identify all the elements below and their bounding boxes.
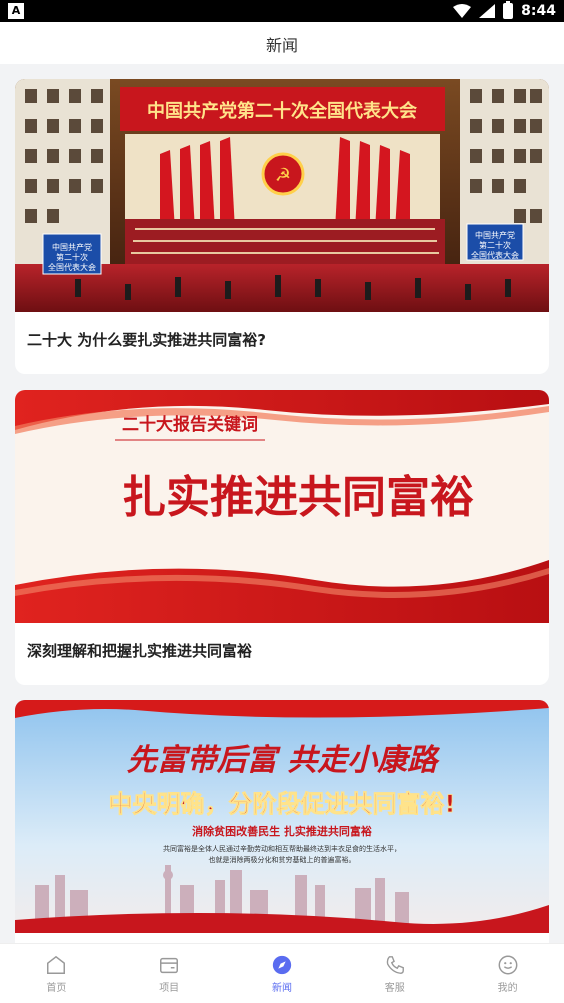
status-bar: A 8:44 [0, 0, 564, 22]
keyword-tag: 二十大报告关键词 [122, 414, 258, 435]
poster-body-line2: 也就是消除两极分化和贫穷基础上的普遍富裕。 [209, 855, 356, 864]
top-bar: 新闻 [0, 22, 564, 64]
smile-icon [498, 955, 518, 975]
svg-text:☭: ☭ [275, 165, 291, 186]
svg-text:第二十次: 第二十次 [479, 240, 511, 250]
clock: 8:44 [521, 3, 556, 19]
news-card[interactable]: 二十大报告关键词 扎实推进共同富裕 深刻理解和把握扎实推进共同富裕 [15, 390, 549, 685]
poster-headline: 扎实推进共同富裕 [122, 472, 474, 523]
signal-icon [479, 4, 496, 18]
news-image-congress-hall: 中国共产党第二十次全国代表大会 ☭ 中国共产党 第二十次 全国代表大会 中国共产… [15, 79, 549, 312]
wallet-icon [160, 957, 179, 974]
svg-text:全国代表大会: 全国代表大会 [48, 262, 96, 272]
tab-label: 首页 [46, 983, 67, 994]
svg-text:全国代表大会: 全国代表大会 [471, 250, 519, 260]
tab-home[interactable]: 首页 [0, 944, 113, 1003]
news-card[interactable]: 中国共产党第二十次全国代表大会 ☭ 中国共产党 第二十次 全国代表大会 中国共产… [15, 79, 549, 374]
tab-profile[interactable]: 我的 [451, 944, 564, 1003]
bottom-tab-bar: 首页 项目 新闻 客服 我的 [0, 943, 564, 1003]
poster-body-line1: 共同富裕是全体人民通过辛勤劳动和相互帮助最终达到丰衣足食的生活水平， [163, 844, 401, 853]
calligraphy-slogan: 先富带后富 共走小康路 [127, 743, 440, 778]
congress-banner-text: 中国共产党第二十次全国代表大会 [147, 100, 417, 122]
news-image-keyword-poster: 二十大报告关键词 扎实推进共同富裕 [15, 390, 549, 623]
poster-headline: 中央明确，分阶段促进共同富裕! [109, 790, 456, 818]
page-title: 新闻 [265, 36, 298, 55]
app-notification-icon: A [8, 3, 24, 19]
news-title: 二十大 为什么要扎实推进共同富裕? [27, 331, 266, 349]
news-title: 深刻理解和把握扎实推进共同富裕 [27, 642, 253, 660]
tab-projects[interactable]: 项目 [113, 944, 226, 1003]
compass-icon [272, 955, 292, 975]
wifi-icon [453, 4, 472, 18]
poster-subheadline: 消除贫困改善民生 扎实推进共同富裕 [192, 824, 372, 838]
tab-customer-service[interactable]: 客服 [338, 944, 451, 1003]
tab-label: 新闻 [271, 983, 292, 994]
battery-icon [503, 1, 514, 19]
tab-news[interactable]: 新闻 [226, 944, 339, 1003]
svg-text:中国共产党: 中国共产党 [52, 242, 92, 252]
tab-label: 我的 [497, 983, 518, 994]
home-icon [47, 955, 66, 974]
news-image-prosperity-poster: 先富带后富 共走小康路 中央明确，分阶段促进共同富裕! 消除贫困改善民生 扎实推… [15, 700, 549, 933]
svg-text:中国共产党: 中国共产党 [475, 230, 515, 240]
svg-text:第二十次: 第二十次 [56, 252, 88, 262]
news-card[interactable]: 先富带后富 共走小康路 中央明确，分阶段促进共同富裕! 消除贫困改善民生 扎实推… [15, 700, 549, 943]
phone-icon [386, 956, 404, 974]
tab-label: 客服 [384, 983, 405, 994]
tab-label: 项目 [159, 983, 180, 994]
